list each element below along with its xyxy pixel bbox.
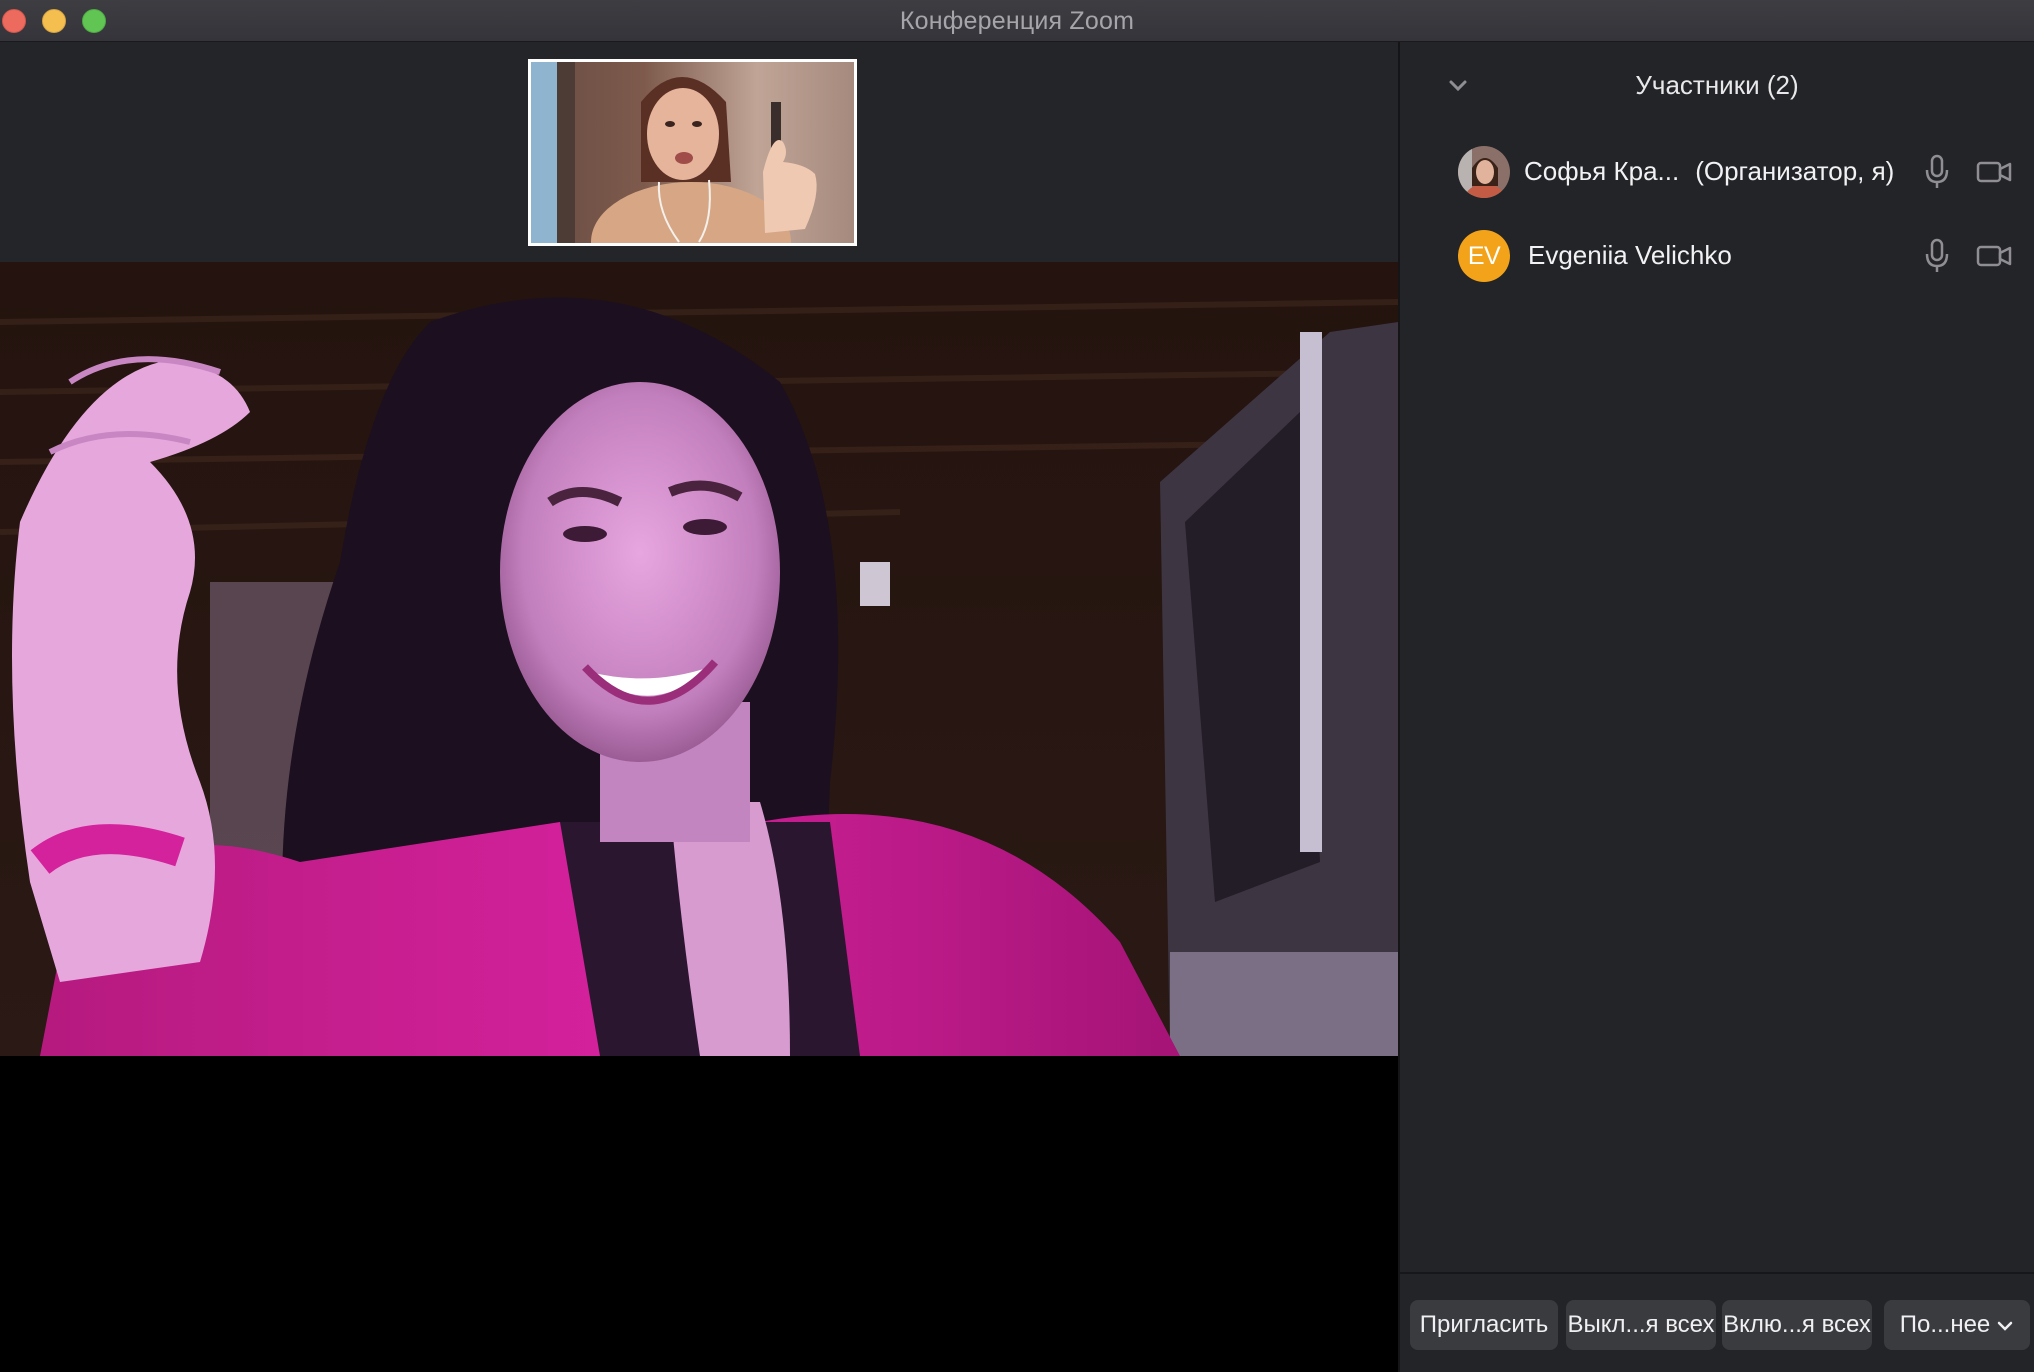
chevron-down-icon bbox=[1998, 1321, 2013, 1331]
participants-title: Участники (2) bbox=[1635, 70, 1799, 100]
video-area bbox=[0, 42, 1398, 1372]
active-speaker-image bbox=[0, 262, 1398, 1056]
video-camera-icon[interactable] bbox=[1976, 157, 2012, 187]
participant-role: (Организатор, я) bbox=[1695, 156, 1895, 186]
invite-button[interactable]: Пригласить bbox=[1410, 1300, 1558, 1350]
participants-header: Участники (2) bbox=[1400, 66, 2034, 106]
mute-all-button[interactable]: Выкл...я всех bbox=[1566, 1300, 1716, 1350]
participant-name-text: Софья Кра... bbox=[1524, 156, 1680, 186]
participants-footer: Пригласить Выкл...я всех Вклю...я всех П… bbox=[1400, 1272, 2034, 1372]
unmute-all-button[interactable]: Вклю...я всех bbox=[1722, 1300, 1872, 1350]
window-title: Конференция Zoom bbox=[899, 7, 1135, 35]
avatar bbox=[1458, 146, 1510, 198]
participant-row[interactable]: EV Evgeniia Velichko bbox=[1400, 216, 2034, 296]
thumbnail-strip bbox=[0, 42, 1398, 262]
avatar-initials: EV bbox=[1458, 230, 1510, 282]
more-button[interactable]: По...нее bbox=[1884, 1300, 2030, 1350]
participant-row[interactable]: Софья Кра... (Организатор, я) bbox=[1400, 132, 2034, 212]
video-camera-icon[interactable] bbox=[1976, 241, 2012, 271]
window-titlebar: Конференция Zoom bbox=[0, 0, 2034, 42]
participant-name: Софья Кра... (Организатор, я) bbox=[1524, 156, 1894, 187]
participants-panel: Участники (2) Софья Кра... (Организатор, … bbox=[1398, 42, 2034, 1372]
participant-name: Evgeniia Velichko bbox=[1528, 240, 1732, 270]
self-video-image bbox=[531, 62, 854, 243]
microphone-icon[interactable] bbox=[1922, 154, 1952, 190]
self-video-thumbnail[interactable] bbox=[528, 59, 857, 246]
microphone-icon[interactable] bbox=[1922, 238, 1952, 274]
active-speaker-video[interactable] bbox=[0, 262, 1398, 1056]
more-button-label: По...нее bbox=[1899, 1311, 1991, 1338]
